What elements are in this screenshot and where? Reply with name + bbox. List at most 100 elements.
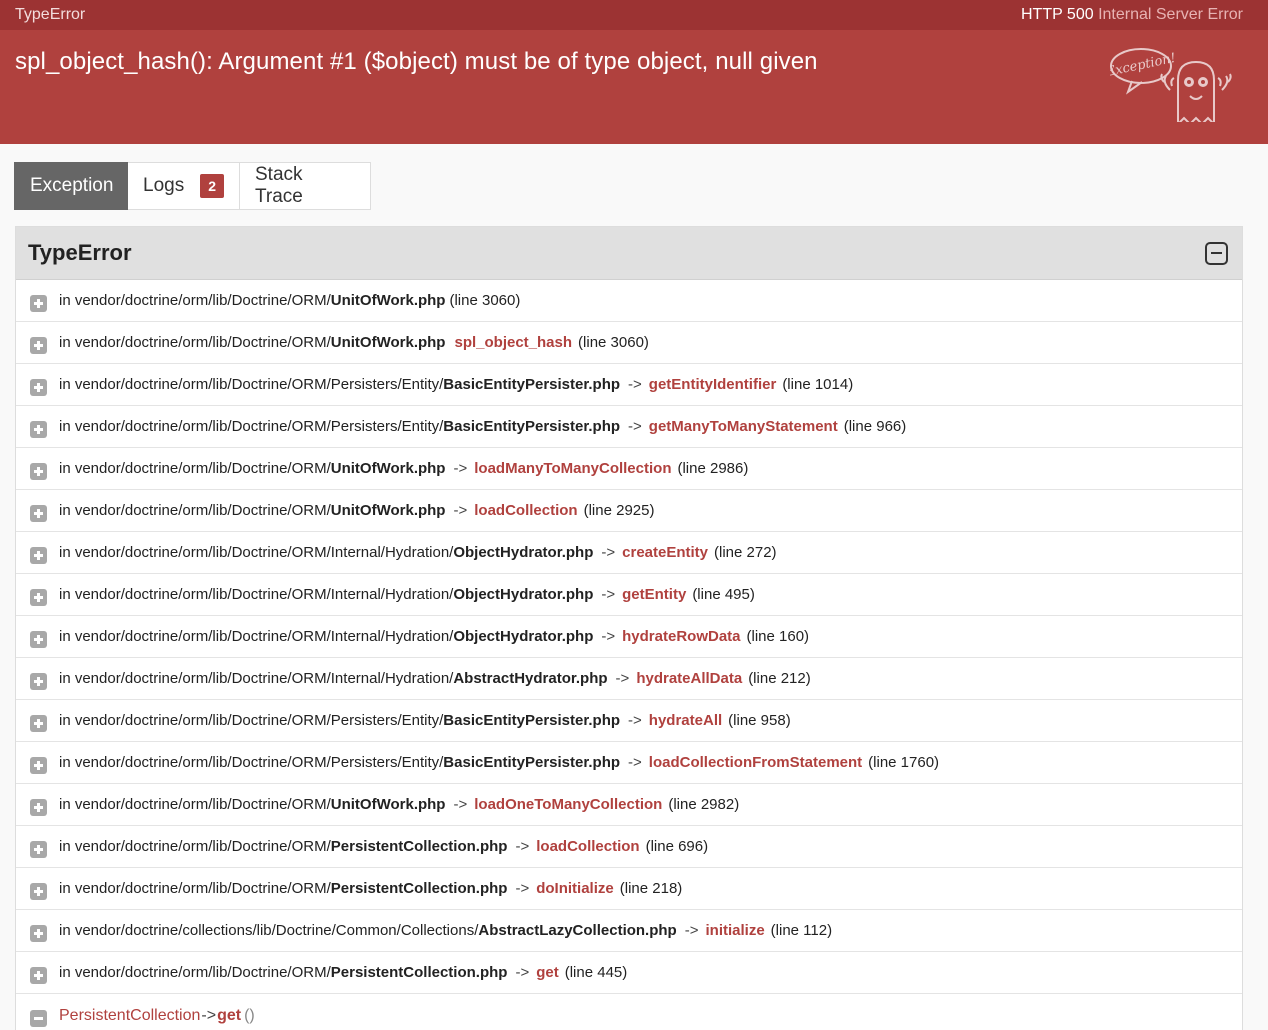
- trace-path: in vendor/doctrine/orm/lib/Doctrine/ORM/: [59, 334, 331, 351]
- trace-function: hydrateAllData: [636, 670, 743, 687]
- expand-icon[interactable]: [30, 967, 47, 984]
- trace-file: ObjectHydrator.php: [453, 544, 594, 561]
- trace-row[interactable]: in vendor/doctrine/orm/lib/Doctrine/ORM/…: [16, 490, 1242, 532]
- trace-line: (line 3060): [578, 334, 649, 351]
- trace-line: (line 3060): [449, 292, 521, 309]
- trace-path: in vendor/doctrine/orm/lib/Doctrine/ORM/…: [59, 628, 454, 645]
- status-text: Internal Server Error: [1098, 6, 1243, 23]
- exception-header: spl_object_hash(): Argument #1 ($object)…: [0, 30, 1268, 144]
- trace-file: PersistentCollection.php: [330, 964, 508, 981]
- expand-icon[interactable]: [30, 715, 47, 732]
- expand-icon[interactable]: [30, 337, 47, 354]
- expand-icon[interactable]: [30, 757, 47, 774]
- trace-row[interactable]: in vendor/doctrine/orm/lib/Doctrine/ORM/…: [16, 448, 1242, 490]
- trace-row[interactable]: in vendor/doctrine/orm/lib/Doctrine/ORM/…: [16, 826, 1242, 868]
- trace-args: (): [244, 1007, 255, 1024]
- tab-logs[interactable]: Logs 2: [128, 162, 240, 210]
- expand-icon[interactable]: [30, 883, 47, 900]
- expand-icon[interactable]: [30, 799, 47, 816]
- trace-file: PersistentCollection.php: [330, 838, 508, 855]
- trace-file: AbstractHydrator.php: [453, 670, 608, 687]
- trace-file: AbstractLazyCollection.php: [478, 922, 677, 939]
- exception-ghost-icon: Exception!: [1110, 48, 1232, 122]
- trace-path: in vendor/doctrine/orm/lib/Doctrine/ORM/: [59, 502, 331, 519]
- collapse-icon[interactable]: [1205, 241, 1228, 265]
- trace-row[interactable]: in vendor/doctrine/orm/lib/Doctrine/ORM/…: [16, 532, 1242, 574]
- tab-exception[interactable]: Exception: [14, 162, 128, 210]
- trace-line: (line 2986): [677, 460, 749, 477]
- expand-icon[interactable]: [30, 463, 47, 480]
- expand-icon[interactable]: [30, 505, 47, 522]
- expand-icon[interactable]: [30, 631, 47, 648]
- expand-icon[interactable]: [30, 841, 47, 858]
- trace-file: ObjectHydrator.php: [453, 628, 594, 645]
- trace-file: UnitOfWork.php: [330, 334, 446, 351]
- trace-arrow: ->: [628, 754, 642, 771]
- status-code: HTTP 500: [1020, 6, 1094, 23]
- trace-function: loadCollection: [474, 502, 578, 519]
- trace-function: hydrateAll: [648, 712, 723, 729]
- trace-function: loadManyToManyCollection: [474, 460, 672, 477]
- trace-line: (line 495): [692, 586, 755, 603]
- expand-icon[interactable]: [30, 379, 47, 396]
- trace-function: get: [217, 1007, 242, 1024]
- trace-function: createEntity: [622, 544, 709, 561]
- trace-path: in vendor/doctrine/orm/lib/Doctrine/ORM/…: [59, 586, 454, 603]
- panel-title: TypeError: [28, 240, 132, 265]
- trace-row[interactable]: in vendor/doctrine/orm/lib/Doctrine/ORM/…: [16, 616, 1242, 658]
- trace-row[interactable]: in vendor/doctrine/orm/lib/Doctrine/ORM/…: [16, 280, 1242, 322]
- trace-file: UnitOfWork.php: [330, 796, 446, 813]
- expand-icon[interactable]: [30, 295, 47, 312]
- trace-row[interactable]: in vendor/doctrine/orm/lib/Doctrine/ORM/…: [16, 784, 1242, 826]
- trace-function: loadOneToManyCollection: [474, 796, 663, 813]
- logs-count-badge: 2: [200, 174, 224, 198]
- expanded-trace-row[interactable]: PersistentCollection -> get (): [16, 994, 1242, 1030]
- trace-row[interactable]: in vendor/doctrine/orm/lib/Doctrine/ORM/…: [16, 574, 1242, 616]
- trace-function: spl_object_hash: [454, 334, 573, 351]
- tab-stack-trace[interactable]: Stack Trace: [240, 162, 371, 210]
- expand-icon[interactable]: [30, 673, 47, 690]
- trace-line: (line 1014): [782, 376, 854, 393]
- trace-arrow: ->: [515, 880, 530, 897]
- trace-row[interactable]: in vendor/doctrine/orm/lib/Doctrine/ORM/…: [16, 658, 1242, 700]
- trace-function: getEntityIdentifier: [648, 376, 777, 393]
- trace-row[interactable]: in vendor/doctrine/orm/lib/Doctrine/ORM/…: [16, 952, 1242, 994]
- trace-arrow: ->: [515, 964, 530, 981]
- trace-arrow: ->: [201, 1007, 217, 1024]
- trace-function: loadCollection: [536, 838, 640, 855]
- tab-bar: Exception Logs 2 Stack Trace: [14, 162, 371, 210]
- trace-path: in vendor/doctrine/orm/lib/Doctrine/ORM/: [59, 838, 331, 855]
- trace-path: in vendor/doctrine/orm/lib/Doctrine/ORM/: [59, 964, 331, 981]
- expand-icon[interactable]: [30, 421, 47, 438]
- trace-class: PersistentCollection: [59, 1007, 201, 1024]
- trace-row[interactable]: in vendor/doctrine/orm/lib/Doctrine/ORM/…: [16, 322, 1242, 364]
- trace-path: in vendor/doctrine/orm/lib/Doctrine/ORM/…: [59, 544, 454, 561]
- expand-icon[interactable]: [30, 925, 47, 942]
- trace-row[interactable]: in vendor/doctrine/orm/lib/Doctrine/ORM/…: [16, 742, 1242, 784]
- exception-message: spl_object_hash(): Argument #1 ($object)…: [15, 48, 818, 75]
- trace-arrow: ->: [601, 628, 616, 645]
- trace-arrow: ->: [684, 922, 699, 939]
- trace-row[interactable]: in vendor/doctrine/collections/lib/Doctr…: [16, 910, 1242, 952]
- trace-arrow: ->: [601, 586, 616, 603]
- trace-row[interactable]: in vendor/doctrine/orm/lib/Doctrine/ORM/…: [16, 700, 1242, 742]
- trace-line: (line 696): [645, 838, 709, 855]
- trace-file: BasicEntityPersister.php: [443, 418, 621, 435]
- ghost-bubble-text: Exception!: [1110, 51, 1177, 81]
- error-class-label: TypeError: [15, 6, 86, 23]
- trace-row[interactable]: in vendor/doctrine/orm/lib/Doctrine/ORM/…: [16, 406, 1242, 448]
- trace-function: initialize: [705, 922, 765, 939]
- expand-icon[interactable]: [30, 589, 47, 606]
- trace-line: (line 958): [728, 712, 791, 729]
- trace-line: (line 160): [746, 628, 810, 645]
- trace-row[interactable]: in vendor/doctrine/orm/lib/Doctrine/ORM/…: [16, 364, 1242, 406]
- trace-line: (line 112): [770, 922, 833, 939]
- trace-row[interactable]: in vendor/doctrine/orm/lib/Doctrine/ORM/…: [16, 868, 1242, 910]
- collapse-row-icon[interactable]: [30, 1009, 47, 1027]
- trace-line: (line 212): [748, 670, 811, 687]
- expand-icon[interactable]: [30, 547, 47, 564]
- trace-arrow: ->: [628, 712, 642, 729]
- trace-line: (line 2925): [583, 502, 655, 519]
- trace-file: BasicEntityPersister.php: [443, 376, 621, 393]
- tab-logs-label: Logs: [143, 175, 185, 196]
